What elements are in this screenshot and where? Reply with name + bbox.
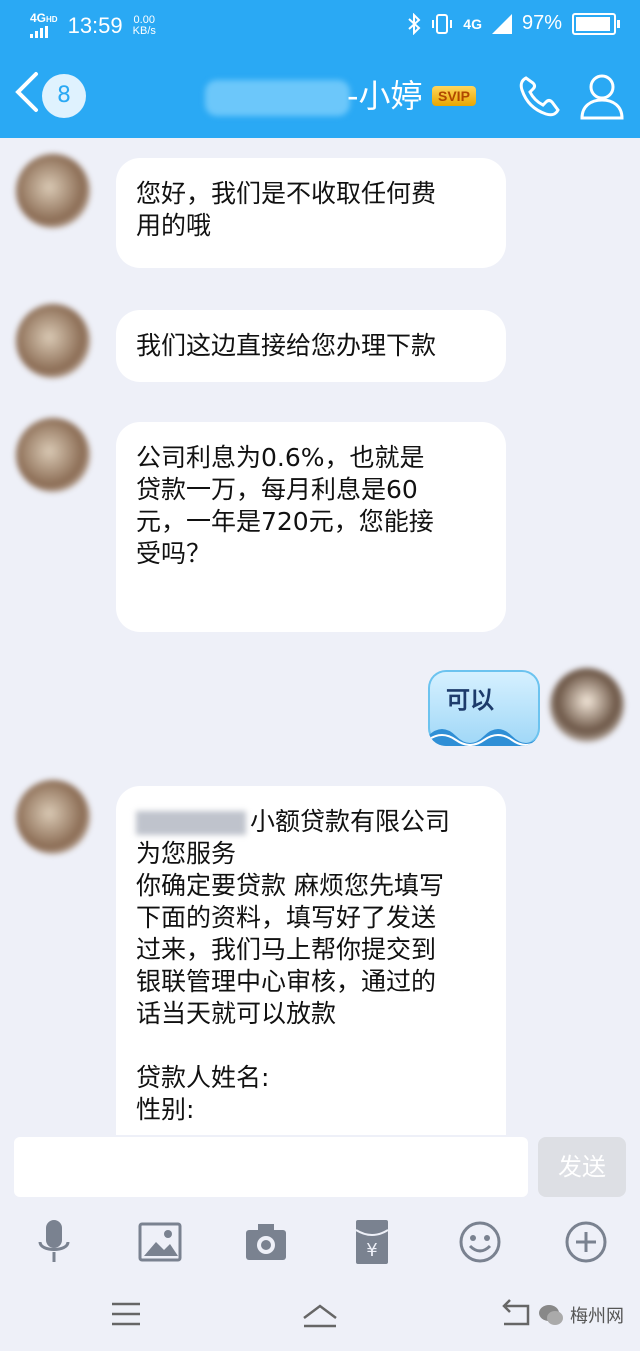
message-text: 您好，我们是不收取任何费 用的哦 [136, 179, 437, 240]
chat-topbar: 8 -小婷 SVIP [0, 60, 640, 130]
vibrate-icon [432, 13, 453, 34]
message-bubble: 我们这边直接给您办理下款 [116, 310, 506, 382]
microphone-icon[interactable] [28, 1216, 80, 1268]
status-bar: 4GHD 13:59 0.00 KB/s 4G 97% [0, 0, 640, 48]
battery-percent: 97% [521, 12, 562, 34]
profile-icon[interactable] [576, 70, 628, 122]
message-text: 小额贷款有限公司 [136, 806, 486, 838]
header-bar: 4GHD 13:59 0.00 KB/s 4G 97% 8 -小婷 SVIP [0, 0, 640, 138]
chat-toolbar: ¥ [0, 1208, 640, 1276]
image-icon[interactable] [134, 1216, 186, 1268]
bluetooth-icon [408, 12, 421, 35]
message-text: 为您服务 你确定要贷款 麻烦您先填写 下面的资料，填写好了发送 过来，我们马上帮… [136, 839, 444, 1124]
avatar[interactable] [16, 418, 90, 492]
message-bubble: 小额贷款有限公司 为您服务 你确定要贷款 麻烦您先填写 下面的资料，填写好了发送… [116, 786, 506, 1135]
back-icon[interactable] [496, 1294, 536, 1334]
emoji-icon[interactable] [454, 1216, 506, 1268]
avatar[interactable] [16, 780, 90, 854]
message-bubble: 公司利息为0.6%，也就是 贷款一万，每月利息是60 元，一年是720元，您能接… [116, 422, 506, 632]
company-name-redacted [136, 811, 246, 835]
message-text: 我们这边直接给您办理下款 [136, 331, 437, 360]
signal-indicator: 4GHD [30, 12, 58, 40]
cell-signal-icon [491, 13, 512, 34]
red-packet-icon[interactable]: ¥ [346, 1216, 398, 1268]
message-input[interactable] [14, 1137, 528, 1197]
network-speed: 0.00 KB/s [132, 14, 156, 37]
avatar[interactable] [16, 304, 90, 378]
plus-icon[interactable] [560, 1216, 612, 1268]
message-input-bar: 发送 [0, 1135, 640, 1205]
camera-icon[interactable] [240, 1216, 292, 1268]
avatar[interactable] [16, 154, 90, 228]
message-bubble: 您好，我们是不收取任何费 用的哦 [116, 158, 506, 268]
svip-badge: SVIP [432, 86, 476, 106]
phone-icon[interactable] [514, 70, 566, 122]
menu-icon[interactable] [106, 1294, 146, 1334]
wave-icon [428, 729, 540, 746]
signal-icon [30, 26, 48, 38]
back-arrow-icon[interactable] [12, 70, 42, 122]
sticker-text: 可以 [446, 685, 494, 714]
chat-area[interactable]: 您好，我们是不收取任何费 用的哦 我们这边直接给您办理下款 公司利息为0.6%，… [0, 138, 640, 1135]
home-icon[interactable] [300, 1294, 340, 1334]
battery-icon [572, 12, 620, 35]
watermark: 梅州网 [538, 1302, 624, 1328]
sticker-message: 可以 [428, 670, 540, 746]
message-text: 公司利息为0.6%，也就是 贷款一万，每月利息是60 元，一年是720元，您能接… [136, 443, 434, 568]
avatar[interactable] [550, 668, 624, 742]
system-nav-bar: 梅州网 [0, 1278, 640, 1351]
send-button[interactable]: 发送 [538, 1137, 626, 1197]
network-type: 4G [463, 15, 482, 32]
svg-text:¥: ¥ [366, 1240, 377, 1261]
clock: 13:59 [67, 13, 123, 38]
chat-bubble-icon [539, 1305, 563, 1325]
contact-name-redacted [205, 80, 350, 116]
unread-count-badge[interactable]: 8 [42, 74, 86, 118]
contact-name: -小婷 [347, 77, 423, 115]
